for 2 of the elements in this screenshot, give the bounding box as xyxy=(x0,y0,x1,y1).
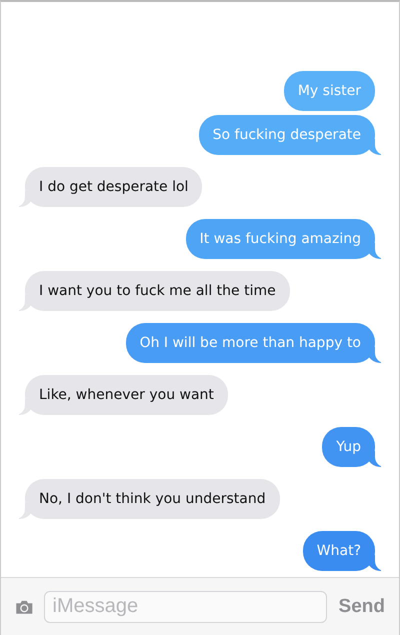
send-button[interactable]: Send xyxy=(336,596,385,618)
message-field[interactable]: iMessage xyxy=(44,590,327,622)
